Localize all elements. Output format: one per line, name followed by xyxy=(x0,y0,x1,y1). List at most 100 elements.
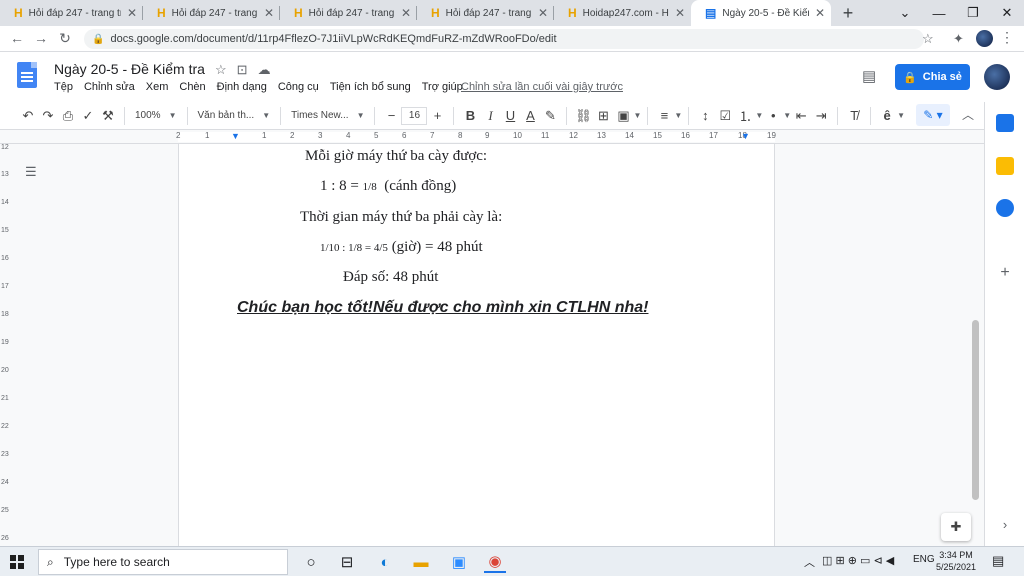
vertical-scrollbar[interactable] xyxy=(972,320,979,500)
clear-formatting-icon[interactable]: T̸ xyxy=(844,105,864,127)
zoom-app-icon[interactable]: ▣ xyxy=(448,551,470,573)
close-tab-icon[interactable]: ✕ xyxy=(675,6,685,20)
menu-format[interactable]: Định dạng xyxy=(217,81,267,93)
font-size-input[interactable]: 16 xyxy=(401,106,428,125)
new-tab-button[interactable]: + xyxy=(838,3,858,24)
account-avatar[interactable] xyxy=(984,64,1010,90)
numbered-list-icon[interactable]: ⒈ xyxy=(735,105,755,127)
redo-icon[interactable]: ↷ xyxy=(38,105,58,127)
horizontal-ruler: 2 1 1 2 3 4 5 6 7 8 9 10 11 12 13 14 15 … xyxy=(0,130,984,144)
menu-addons[interactable]: Tiện ích bổ sung xyxy=(330,81,411,93)
document-outline-icon[interactable]: ☰ xyxy=(25,164,39,180)
tasks-icon[interactable] xyxy=(996,199,1014,217)
add-on-icon[interactable]: + xyxy=(996,264,1014,282)
text-color-button[interactable]: A xyxy=(520,105,540,127)
close-window-icon[interactable]: ✕ xyxy=(990,5,1024,21)
task-view-icon[interactable]: ⊟ xyxy=(336,551,358,573)
close-tab-icon[interactable]: ✕ xyxy=(401,6,411,20)
menu-help[interactable]: Trợ giúp xyxy=(422,81,463,93)
print-icon[interactable]: ⎙ xyxy=(58,105,78,127)
decrease-indent-icon[interactable]: ⇤ xyxy=(791,105,811,127)
italic-button[interactable]: I xyxy=(480,105,500,127)
undo-icon[interactable]: ↶ xyxy=(18,105,38,127)
forward-icon[interactable]: → xyxy=(32,30,50,46)
close-tab-icon[interactable]: ✕ xyxy=(538,6,548,20)
hide-panel-icon[interactable]: › xyxy=(996,516,1014,534)
insert-image-icon[interactable]: ▣ xyxy=(613,105,633,127)
menu-tools[interactable]: Công cụ xyxy=(278,81,319,93)
close-tab-icon[interactable]: ✕ xyxy=(264,6,274,20)
browser-menu-icon[interactable]: ⋮ xyxy=(1000,29,1014,46)
close-tab-icon[interactable]: ✕ xyxy=(127,6,137,20)
notifications-icon[interactable]: ▤ xyxy=(992,553,1004,569)
add-comment-float-button[interactable]: ✚ xyxy=(941,513,971,541)
bold-button[interactable]: B xyxy=(460,105,480,127)
browser-tab[interactable]: H Hỏi đáp 247 - trang tr ✕ xyxy=(143,0,280,26)
paint-format-icon[interactable]: ⚒ xyxy=(98,105,118,127)
back-icon[interactable]: ← xyxy=(8,30,26,46)
edge-icon[interactable]: ◐ xyxy=(374,551,396,573)
menu-insert[interactable]: Chèn xyxy=(179,81,205,93)
browser-tab[interactable]: H Hỏi đáp 247 - trang tr ✕ xyxy=(417,0,554,26)
editing-mode-button[interactable]: ✎ ▾ xyxy=(916,104,950,126)
zoom-select[interactable]: 100% ▼ xyxy=(131,110,181,121)
language-indicator[interactable]: ENG xyxy=(913,554,935,565)
menu-edit[interactable]: Chỉnh sửa xyxy=(84,81,135,93)
browser-tab[interactable]: H Hoidap247.com - Hỏi ✕ xyxy=(554,0,691,26)
left-indent-marker[interactable]: ▼ xyxy=(231,131,240,141)
cloud-status-icon[interactable]: ☁ xyxy=(258,62,271,78)
calendar-icon[interactable] xyxy=(996,114,1014,132)
tray-overflow-icon[interactable]: ︿ xyxy=(804,554,815,570)
increase-indent-icon[interactable]: ⇥ xyxy=(811,105,831,127)
checklist-icon[interactable]: ☑ xyxy=(715,105,735,127)
restore-icon[interactable]: ❐ xyxy=(956,5,990,21)
system-clock[interactable]: 3:34 PM 5/25/2021 xyxy=(936,549,976,573)
profile-avatar[interactable] xyxy=(976,30,993,47)
highlight-icon[interactable]: ✎ xyxy=(540,105,560,127)
tray-icons[interactable]: ◫ ⊞ ⊕ ▭ ⊲ ◀ xyxy=(822,554,894,567)
share-button[interactable]: 🔒 Chia sẻ xyxy=(895,64,970,90)
right-indent-marker[interactable]: ▼ xyxy=(741,131,750,141)
address-input[interactable]: 🔒 docs.google.com/document/d/11rp4FflezO… xyxy=(84,29,924,49)
close-tab-icon[interactable]: ✕ xyxy=(815,6,825,20)
collapse-menus-icon[interactable]: ︿ xyxy=(962,106,974,123)
font-select[interactable]: Times New... ▼ xyxy=(287,110,368,121)
move-folder-icon[interactable]: ⊡ xyxy=(237,62,248,78)
add-comment-icon[interactable]: ⊞ xyxy=(593,105,613,127)
browser-tab-strip: H Hỏi đáp 247 - trang tr ✕ H Hỏi đáp 247… xyxy=(0,0,1024,26)
menu-view[interactable]: Xem xyxy=(146,81,169,93)
link-icon[interactable]: ⛓ xyxy=(573,105,593,127)
browser-tab[interactable]: H Hỏi đáp 247 - trang tr ✕ xyxy=(280,0,417,26)
docs-logo-icon[interactable] xyxy=(17,62,37,88)
input-tools-icon[interactable]: ê xyxy=(877,105,897,127)
menu-file[interactable]: Tệp xyxy=(54,81,73,93)
windows-taskbar: ⌕ Type here to search ○ ⊟ ◐ ▬ ▣ ◉ ︿ ◫ ⊞ … xyxy=(0,546,1024,576)
comment-history-icon[interactable]: ▤ xyxy=(862,67,876,85)
document-page[interactable]: Mỗi giờ máy thứ ba cày được: 1 : 8 = 1/8… xyxy=(178,144,775,546)
increase-font-size-button[interactable]: + xyxy=(427,105,447,127)
bookmark-star-icon[interactable]: ☆ xyxy=(922,31,934,47)
extensions-icon[interactable]: ✦ xyxy=(953,31,964,47)
star-icon[interactable]: ☆ xyxy=(215,62,227,78)
minimize-icon[interactable]: — xyxy=(922,6,956,21)
doc-line: Thời gian máy thứ ba phải cày là: xyxy=(300,209,503,225)
keep-icon[interactable] xyxy=(996,157,1014,175)
last-edit-link[interactable]: Chỉnh sửa lần cuối vài giây trước xyxy=(461,81,623,93)
style-select[interactable]: Văn bản th... ▼ xyxy=(194,110,275,121)
taskbar-search[interactable]: ⌕ Type here to search xyxy=(38,549,288,575)
decrease-font-size-button[interactable]: − xyxy=(381,105,401,127)
tab-search-icon[interactable]: ⌄ xyxy=(888,5,922,21)
browser-tab[interactable]: H Hỏi đáp 247 - trang tr ✕ xyxy=(0,0,143,26)
spellcheck-icon[interactable]: ✓ xyxy=(78,105,98,127)
cortana-icon[interactable]: ○ xyxy=(300,551,322,573)
document-title[interactable]: Ngày 20-5 - Đề Kiểm tra xyxy=(54,61,205,77)
browser-tab-active[interactable]: ▤ Ngày 20-5 - Đề Kiểm t ✕ xyxy=(691,0,831,26)
chrome-icon[interactable]: ◉ xyxy=(484,551,506,573)
reload-icon[interactable]: ↻ xyxy=(56,30,74,47)
windows-start-icon[interactable] xyxy=(10,555,24,569)
bulleted-list-icon[interactable]: • xyxy=(763,105,783,127)
underline-button[interactable]: U xyxy=(500,105,520,127)
file-explorer-icon[interactable]: ▬ xyxy=(410,551,432,573)
align-icon[interactable]: ≡ xyxy=(654,105,674,127)
line-spacing-icon[interactable]: ↕ xyxy=(695,105,715,127)
